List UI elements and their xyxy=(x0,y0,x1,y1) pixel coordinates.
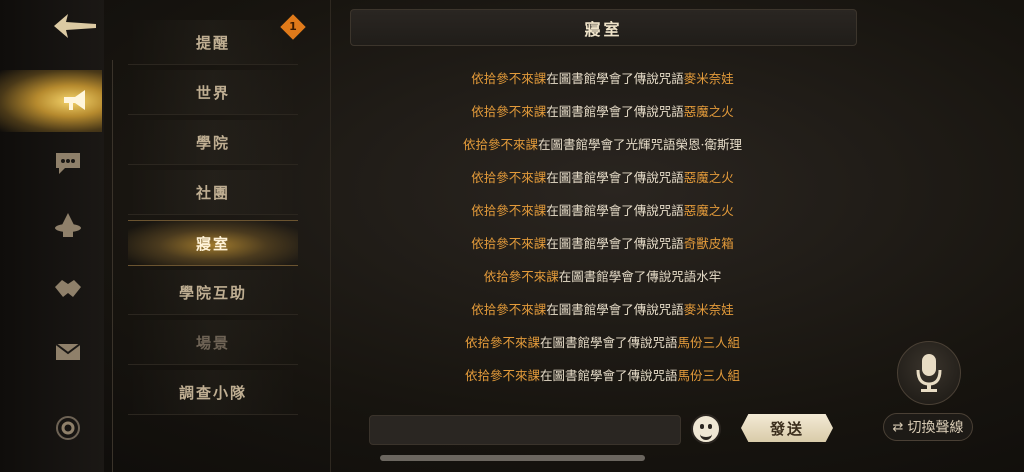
megaphone-icon xyxy=(56,80,96,120)
settings-icon[interactable] xyxy=(48,408,88,448)
notification-badge: 1 xyxy=(280,14,306,40)
microphone-icon xyxy=(916,354,942,392)
message-item: 依拾參不來課在圖書館學會了光輝咒語榮恩·衛斯理 xyxy=(462,137,742,152)
chat-bubble-icon[interactable] xyxy=(48,143,88,183)
channel-title: 寢室 xyxy=(350,9,857,46)
handshake-icon[interactable] xyxy=(48,268,88,308)
channel-world[interactable]: 世界 xyxy=(128,70,298,115)
message-item: 依拾參不來課在圖書館學會了傳說咒語惡魔之火 xyxy=(471,203,734,218)
message-item: 依拾參不來課在圖書館學會了傳說咒語麥米奈娃 xyxy=(471,71,734,86)
message-item: 依拾參不來課在圖書館學會了傳說咒語麥米奈娃 xyxy=(471,302,734,317)
back-arrow-icon[interactable] xyxy=(50,6,100,46)
message-item: 依拾參不來課在圖書館學會了傳說咒語惡魔之火 xyxy=(471,170,734,185)
channel-list: 提醒 世界 學院 社團 寢室 學院互助 場景 調查小隊 xyxy=(128,0,298,420)
message-item: 依拾參不來課在圖書館學會了傳說咒語奇獸皮箱 xyxy=(471,236,734,251)
channel-academy-help[interactable]: 學院互助 xyxy=(128,270,298,315)
message-list[interactable]: 依拾參不來課在圖書館學會了傳說咒語麥米奈娃 依拾參不來課在圖書館學會了傳說咒語惡… xyxy=(350,62,855,392)
channel-dormitory[interactable]: 寢室 xyxy=(128,220,298,266)
emoji-icon[interactable] xyxy=(691,414,721,444)
message-item: 依拾參不來課在圖書館學會了傳說咒語水牢 xyxy=(483,269,722,284)
channel-divider xyxy=(330,0,331,472)
horizontal-scrollbar[interactable] xyxy=(380,455,645,461)
channel-scene[interactable]: 場景 xyxy=(128,320,298,365)
channel-academy[interactable]: 學院 xyxy=(128,120,298,165)
swap-icon: ⇄ xyxy=(892,419,904,435)
channel-investigation-team[interactable]: 調查小隊 xyxy=(128,370,298,415)
send-button[interactable]: 發送 xyxy=(741,414,833,442)
voice-switch-button[interactable]: ⇄ 切換聲線 xyxy=(883,413,973,441)
message-item: 依拾參不來課在圖書館學會了傳說咒語馬份三人組 xyxy=(464,368,741,383)
channel-club[interactable]: 社團 xyxy=(128,170,298,215)
mail-icon[interactable] xyxy=(48,332,88,372)
rail-tab-announcements[interactable] xyxy=(0,70,102,132)
voice-switch-label: 切換聲線 xyxy=(907,420,964,436)
wizard-hat-icon[interactable] xyxy=(48,205,88,245)
message-item: 依拾參不來課在圖書館學會了傳說咒語馬份三人組 xyxy=(464,335,741,350)
rail-divider xyxy=(112,60,113,472)
chat-input[interactable] xyxy=(369,415,681,445)
left-rail xyxy=(0,0,104,472)
channel-reminders[interactable]: 提醒 xyxy=(128,20,298,65)
microphone-button[interactable] xyxy=(897,341,961,405)
message-item: 依拾參不來課在圖書館學會了傳說咒語惡魔之火 xyxy=(471,104,734,119)
